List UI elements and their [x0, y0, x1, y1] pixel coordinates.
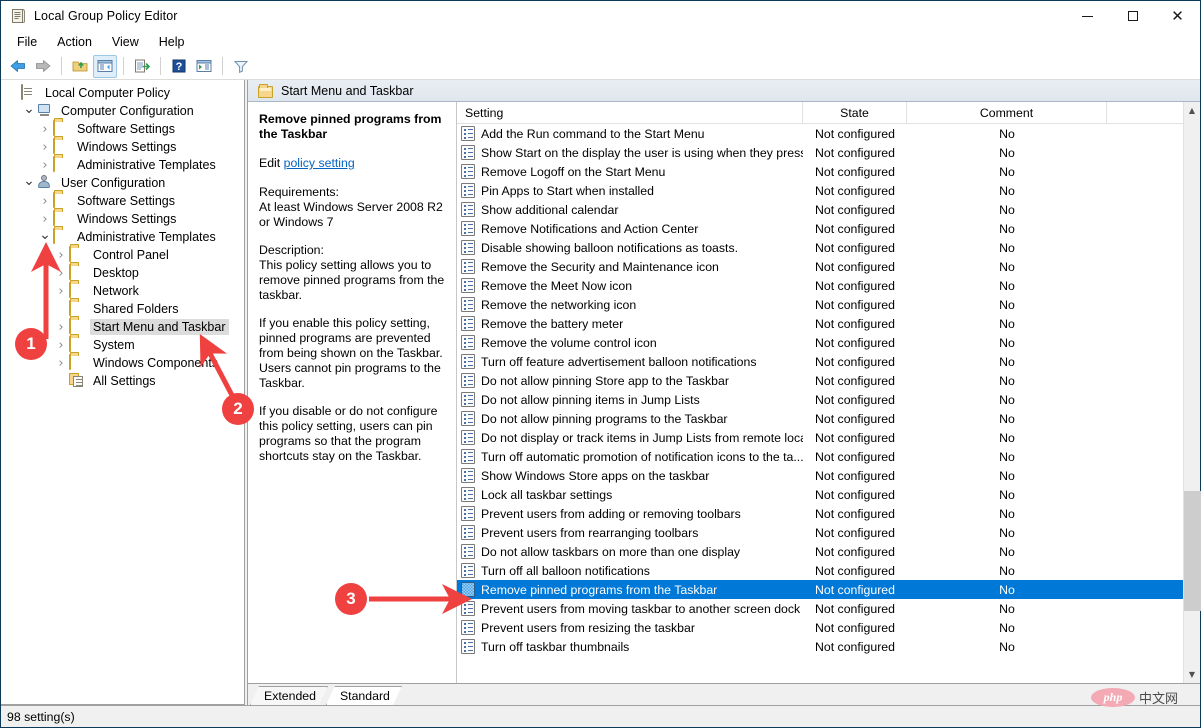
- watermark: php 中文网: [1090, 688, 1178, 707]
- annotation-badge-3: 3: [335, 583, 367, 615]
- annotation-badge-2: 2: [222, 393, 254, 425]
- watermark-site-text: 中文网: [1138, 692, 1178, 707]
- annotation-badge-1: 1: [15, 328, 47, 360]
- group-policy-editor-window: Local Group Policy Editor ✕ File Action …: [0, 0, 1201, 728]
- annotation-arrow-1: [31, 241, 473, 614]
- php-logo: php: [1090, 688, 1135, 707]
